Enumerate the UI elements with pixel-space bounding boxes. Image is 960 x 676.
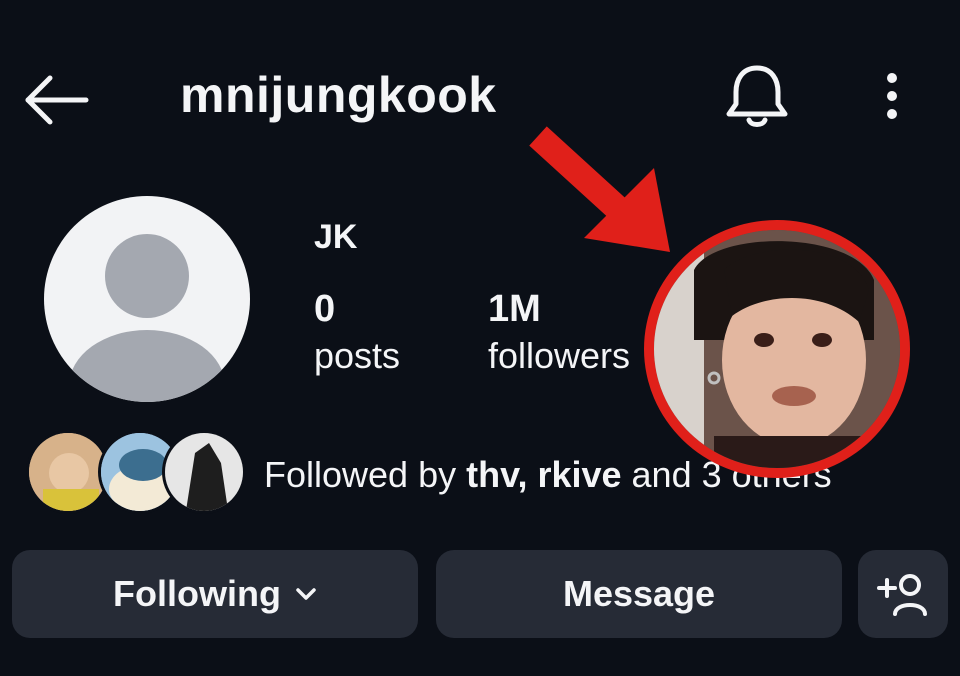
following-label: Following (113, 573, 281, 614)
posts-label: posts (314, 335, 401, 376)
notifications-button[interactable] (722, 60, 792, 132)
more-options-button[interactable] (872, 66, 912, 126)
chevron-down-icon (296, 588, 316, 600)
back-button[interactable] (22, 72, 92, 128)
mutual-followers-avatars[interactable] (26, 430, 246, 514)
default-avatar-icon (69, 234, 225, 402)
mutual-follower-avatar (162, 430, 246, 514)
followers-stat[interactable]: 1M followers (488, 288, 630, 377)
followers-count: 1M (488, 288, 541, 330)
following-button[interactable]: Following (12, 550, 418, 638)
person-photo (654, 230, 900, 468)
profile-username: mnijungkook (180, 67, 497, 123)
message-label: Message (562, 573, 716, 614)
profile-avatar[interactable] (44, 196, 250, 402)
top-bar: mnijungkook (0, 0, 960, 200)
add-person-icon (877, 574, 927, 616)
more-vertical-icon (887, 73, 897, 119)
red-arrow-annotation (529, 126, 670, 252)
bell-icon (726, 65, 788, 127)
suggest-people-button[interactable] (858, 550, 948, 638)
profile-display-name: JK (314, 218, 358, 256)
followed-by-prefix: Followed by (264, 454, 467, 495)
followed-by-names: thv, rkive (466, 454, 622, 495)
message-button[interactable]: Message (436, 550, 842, 638)
highlighted-photo-annotation (644, 220, 910, 478)
posts-count: 0 (314, 288, 336, 330)
posts-stat[interactable]: 0 posts (314, 288, 400, 377)
arrow-left-icon (25, 75, 89, 125)
followers-label: followers (488, 335, 631, 376)
